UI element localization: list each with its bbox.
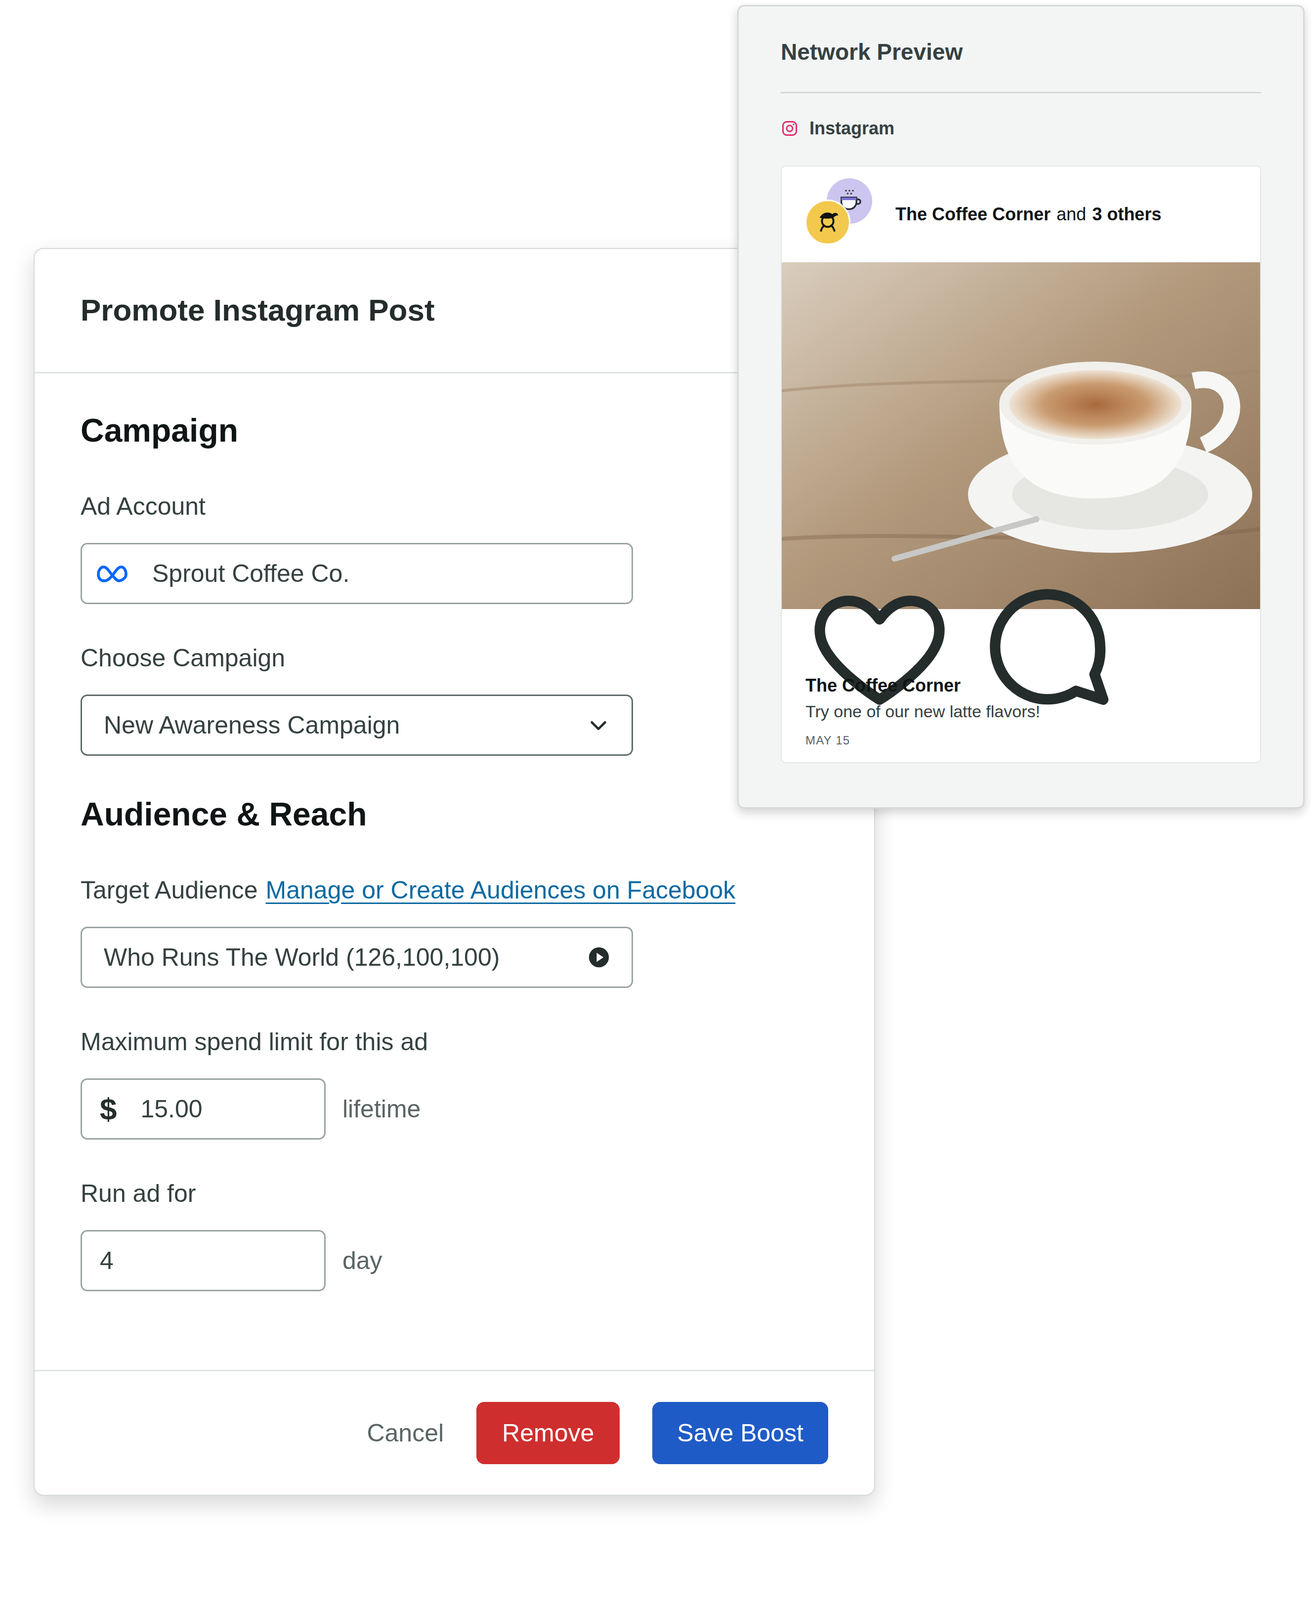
duration-value: 4 <box>99 1246 303 1276</box>
dialog-title: Promote Instagram Post <box>80 292 435 329</box>
campaign-group: Choose Campaign New Awareness Campaign <box>80 643 829 757</box>
field-label: Maximum spend limit for this ad <box>80 1027 829 1058</box>
field-label: Ad Account <box>80 491 829 522</box>
post-authors: The Coffee Cornerand3 others <box>895 203 1162 225</box>
remove-button[interactable]: Remove <box>476 1402 620 1465</box>
post-header: The Coffee Cornerand3 others <box>781 166 1261 263</box>
spend-unit: lifetime <box>342 1091 421 1129</box>
field-label: Target Audience <box>80 876 258 905</box>
meta-logo-icon <box>95 563 129 584</box>
duration-input[interactable]: 4 <box>80 1230 326 1292</box>
section-heading: Audience & Reach <box>80 795 829 835</box>
post-photo <box>781 262 1261 610</box>
dialog-footer: Cancel Remove Save Boost <box>34 1370 875 1496</box>
post-date: MAY 15 <box>805 733 1237 748</box>
cancel-button[interactable]: Cancel <box>366 1402 444 1465</box>
network-name: Instagram <box>809 117 895 140</box>
post-caption: Try one of our new latte flavors! <box>805 701 1237 722</box>
duration-row: 4 day <box>80 1230 829 1292</box>
spend-input[interactable]: $15.00 <box>80 1078 326 1141</box>
chevron-down-icon[interactable] <box>587 714 610 737</box>
post-footer: The Coffee CornerTry one of our new latt… <box>781 609 1261 763</box>
canvas: Promote Instagram Post Campaign Ad Account… <box>0 0 1311 1600</box>
spend-group: Maximum spend limit for this ad $15.00 lif… <box>80 1027 829 1141</box>
campaign-section: Campaign Ad Account Sprout Coffee Co. Choos… <box>80 411 829 757</box>
duration-group: Run ad for 4 day <box>80 1179 829 1292</box>
field-label: Run ad for <box>80 1179 829 1209</box>
spend-row: $15.00 lifetime <box>80 1078 829 1141</box>
target-audience-field[interactable]: Who Runs The World (126,100,100) <box>80 927 634 989</box>
field-label: Choose Campaign <box>80 643 829 674</box>
post-actions <box>805 634 1237 661</box>
manage-audiences-link[interactable]: Manage or Create Audiences on Facebook <box>265 876 736 905</box>
play-icon[interactable] <box>588 946 610 969</box>
network-label: Instagram <box>780 117 1262 140</box>
heart-icon[interactable] <box>805 573 954 722</box>
field-label-row: Target AudienceManage or Create Audience… <box>80 875 829 906</box>
avatar-group <box>803 174 883 254</box>
target-audience-value: Who Runs The World (126,100,100) <box>103 942 569 973</box>
person-avatar-icon <box>804 199 851 246</box>
post-card: The Coffee Cornerand3 othersThe Coffee C… <box>780 165 1262 764</box>
ad-account-value: Sprout Coffee Co. <box>152 558 610 589</box>
duration-unit: day <box>342 1242 383 1280</box>
save-boost-button[interactable]: Save Boost <box>652 1402 829 1465</box>
post-others: 3 others <box>1092 203 1162 225</box>
campaign-value: New Awareness Campaign <box>103 710 568 741</box>
instagram-icon <box>780 119 799 138</box>
ad-account-field[interactable]: Sprout Coffee Co. <box>80 543 634 605</box>
post-connector: and <box>1056 203 1087 225</box>
section-heading: Campaign <box>80 411 829 451</box>
post-author: The Coffee Corner <box>895 203 1051 225</box>
comment-icon[interactable] <box>973 573 1122 722</box>
network-preview-panel: Network Preview Instagram The Coffee Corne… <box>737 4 1305 809</box>
currency-symbol: $ <box>99 1091 117 1128</box>
preview-title: Network Preview <box>780 38 1262 94</box>
target-audience-group: Target AudienceManage or Create Audience… <box>80 875 829 989</box>
campaign-select[interactable]: New Awareness Campaign <box>80 694 634 757</box>
audience-section: Audience & Reach Target AudienceManage or… <box>80 795 829 1292</box>
spend-value: 15.00 <box>140 1094 303 1125</box>
ad-account-group: Ad Account Sprout Coffee Co. <box>80 491 829 605</box>
